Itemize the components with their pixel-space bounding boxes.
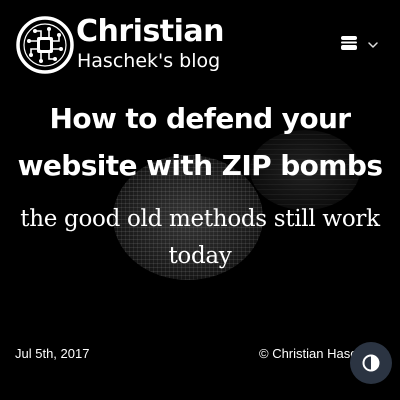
copyright-notice: © Christian Haschek bbox=[259, 346, 364, 361]
site-logo[interactable] bbox=[16, 16, 74, 74]
contrast-icon bbox=[362, 354, 380, 372]
brand-tagline[interactable]: Haschek's blog bbox=[77, 49, 220, 73]
hamburger-icon bbox=[341, 36, 357, 50]
post-date: Jul 5th, 2017 bbox=[15, 346, 90, 361]
menu-button[interactable] bbox=[340, 30, 384, 56]
post-subtitle: the good old methods still work today bbox=[20, 206, 380, 269]
chevron-down-icon bbox=[368, 41, 378, 48]
theme-toggle-button[interactable] bbox=[350, 342, 392, 384]
circuit-chip-logo-icon bbox=[16, 16, 74, 74]
post-title: How to defend your website with ZIP bomb… bbox=[17, 102, 383, 182]
brand-name[interactable]: Christian bbox=[76, 14, 225, 50]
site-header: Christian Haschek's blog bbox=[0, 0, 400, 90]
